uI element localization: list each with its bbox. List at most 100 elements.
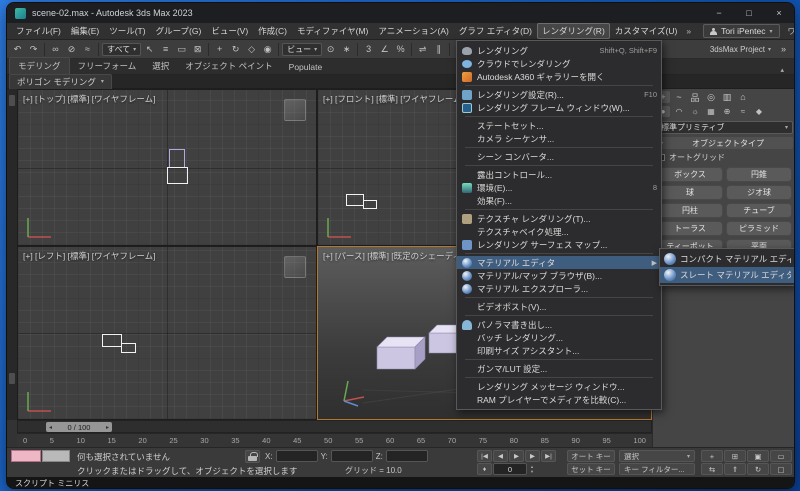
primitive-button-4[interactable]: ジオ球 [726, 185, 792, 200]
render-menu-item-15[interactable]: 効果(F)... [457, 194, 661, 207]
render-menu-item-17[interactable]: テクスチャ レンダリング(T)... [457, 212, 661, 225]
zoom-icon[interactable]: + [701, 450, 723, 462]
scene-object-wireframe[interactable] [363, 200, 377, 209]
display-tab-icon[interactable]: ▥ [720, 91, 734, 103]
workspace-selector[interactable]: ワークスペース: 既定値 [788, 26, 795, 37]
render-menu-item-23[interactable]: マテリアル エクスプローラ... [457, 282, 661, 295]
align-icon[interactable]: ∥ [431, 42, 446, 57]
render-menu-item-21[interactable]: マテリアル エディタ ▶ [457, 256, 661, 269]
go-to-end-button[interactable]: ▶| [541, 450, 556, 462]
minimize-button[interactable]: − [704, 3, 734, 23]
scene-object-wireframe[interactable] [102, 334, 122, 347]
modify-tab-icon[interactable]: ~ [672, 91, 686, 103]
render-menu-item-14[interactable]: 環境(E)... 8 [457, 181, 661, 194]
mirror-icon[interactable]: ⇌ [415, 42, 430, 57]
menubar-item-8[interactable]: アニメーション(A) [373, 23, 454, 39]
render-menu-item-27[interactable]: パノラマ書き出し... [457, 318, 661, 331]
select-by-name-icon[interactable]: ≡ [158, 42, 173, 57]
user-account-button[interactable]: Tori iPentec ▾ [703, 24, 780, 38]
render-menu-item-19[interactable]: レンダリング サーフェス マップ... [457, 238, 661, 251]
previous-frame-arrow-icon[interactable]: ◂ [49, 424, 52, 431]
unlink-selection-icon[interactable]: ⊘ [64, 42, 79, 57]
current-frame-field[interactable]: 0 [493, 463, 527, 475]
viewport-left[interactable]: [+] [レフト] [標準] [ワイヤフレーム] [17, 246, 317, 420]
select-and-place-icon[interactable]: ◉ [260, 42, 275, 57]
ribbon-tab-5[interactable]: Populate [281, 60, 331, 74]
render-menu-item-29[interactable]: 印刷サイズ アシスタント... [457, 344, 661, 357]
select-and-link-icon[interactable]: ∞ [48, 42, 63, 57]
render-menu-item-6[interactable]: レンダリング フレーム ウィンドウ(W)... [457, 101, 661, 114]
previous-frame-button[interactable]: ◀ [493, 450, 508, 462]
auto-key-button[interactable]: オート キー [567, 450, 615, 462]
primitive-button-6[interactable]: チューブ [726, 203, 792, 218]
render-menu-item-8[interactable]: ステートセット... [457, 119, 661, 132]
orbit-icon[interactable]: ↻ [747, 463, 769, 475]
scene-object-wireframe[interactable] [346, 194, 364, 206]
frame-spinner[interactable]: ▴ ▾ [528, 464, 536, 474]
key-mode-toggle[interactable]: ♦ [477, 463, 492, 475]
material-submenu-item-1[interactable]: コンパクト マテリアル エディタ... [660, 251, 794, 267]
render-menu-item-31[interactable]: ガンマ/LUT 設定... [457, 362, 661, 375]
close-button[interactable]: × [764, 3, 794, 23]
viewport-front-label[interactable]: [+] [フロント] [標準] [ワイヤフレーム] [323, 93, 464, 105]
menubar-item-3[interactable]: ツール(T) [104, 23, 150, 39]
maximize-button[interactable]: □ [734, 3, 764, 23]
viewport-top[interactable]: [+] [トップ] [標準] [ワイヤフレーム] [17, 89, 317, 246]
polygon-modeling-tab[interactable]: ポリゴン モデリング ▾ [9, 73, 112, 90]
ribbon-tab-2[interactable]: フリーフォーム [70, 58, 145, 74]
ribbon-tab-1[interactable]: モデリング [9, 57, 70, 74]
pan-icon[interactable]: ⇆ [701, 463, 723, 475]
shapes-category-icon[interactable]: ◠ [672, 106, 686, 117]
selection-lock-toggle[interactable] [245, 450, 260, 463]
render-menu-item-2[interactable]: クラウドでレンダリング [457, 57, 661, 70]
zoom-region-icon[interactable]: ▭ [770, 450, 792, 462]
menubar-item-11[interactable]: カスタマイズ(U) [610, 23, 683, 39]
layout-tab[interactable] [9, 373, 15, 384]
next-frame-button[interactable]: ▶ [525, 450, 540, 462]
material-submenu-item-2[interactable]: スレート マテリアル エディタ... [660, 267, 794, 283]
render-menu-item-25[interactable]: ビデオポスト(V)... [457, 300, 661, 313]
render-menu-item-28[interactable]: バッチ レンダリング... [457, 331, 661, 344]
select-object-icon[interactable]: ↖ [142, 42, 157, 57]
primitive-button-5[interactable]: 円柱 [657, 203, 723, 218]
toolbar-overflow-icon[interactable]: » [776, 42, 791, 57]
menubar-item-4[interactable]: グループ(G) [151, 23, 207, 39]
macro-recorder-field[interactable] [11, 450, 41, 462]
redo-icon[interactable]: ↷ [26, 42, 41, 57]
use-pivot-point-center-icon[interactable]: ⊙ [323, 42, 338, 57]
helpers-category-icon[interactable]: ⊕ [720, 106, 734, 117]
time-slider[interactable]: ◂ 0 / 100 ▸ [17, 420, 652, 433]
rectangular-selection-region-icon[interactable]: ▭ [174, 42, 189, 57]
viewport-layout-tab-bar[interactable] [7, 89, 17, 420]
select-and-move-icon[interactable]: + [212, 42, 227, 57]
primitive-category-dropdown[interactable]: 標準プリミティブ ▾ [656, 121, 793, 134]
primitive-button-3[interactable]: 球 [657, 185, 723, 200]
percent-snap-toggle-icon[interactable]: % [393, 42, 408, 57]
coordinate-input-1[interactable] [275, 450, 318, 462]
zoom-all-icon[interactable]: ⊞ [724, 450, 746, 462]
render-menu-item-33[interactable]: レンダリング メッセージ ウィンドウ... [457, 380, 661, 393]
maximize-viewport-toggle-icon[interactable]: ▢ [770, 463, 792, 475]
render-menu-item-18[interactable]: テクスチャベイク処理... [457, 225, 661, 238]
snaps-toggle-icon[interactable]: 3 [361, 42, 376, 57]
keying-selection-dropdown[interactable]: 選択 ▾ [619, 450, 695, 462]
bind-to-space-warp-icon[interactable]: ≈ [80, 42, 95, 57]
ribbon-tab-3[interactable]: 選択 [144, 58, 177, 74]
ribbon-minimize-button[interactable]: ▴ [772, 66, 792, 74]
systems-category-icon[interactable]: ◆ [752, 106, 766, 117]
object-type-rollout[interactable]: ▾ オブジェクトタイプ [656, 137, 793, 149]
time-slider-handle[interactable]: ◂ 0 / 100 ▸ [46, 422, 112, 432]
render-menu-item-11[interactable]: シーン コンバータ... [457, 150, 661, 163]
menubar-item-1[interactable]: ファイル(F) [11, 23, 66, 39]
undo-icon[interactable]: ↶ [10, 42, 25, 57]
cameras-category-icon[interactable]: ▦ [704, 106, 718, 117]
coordinate-input-2[interactable] [330, 450, 373, 462]
project-folder-dropdown[interactable]: 3dsMax Project ▾ [706, 45, 775, 54]
reference-coordinate-system-dropdown[interactable]: ビュー ▾ [282, 42, 323, 56]
menubar-item-5[interactable]: ビュー(V) [206, 23, 253, 39]
render-menu-item-9[interactable]: カメラ シーケンサ... [457, 132, 661, 145]
maxscript-mini-listener-bar[interactable]: スクリプト ミニリス [7, 477, 794, 488]
track-bar[interactable]: 0 5 10 15 20 25 30 35 40 45 50 55 60 65 70 75 80 85 90 95 10… [17, 433, 652, 447]
utilities-tab-icon[interactable]: ⌂ [736, 91, 750, 103]
scene-object-wireframe[interactable] [169, 149, 185, 168]
